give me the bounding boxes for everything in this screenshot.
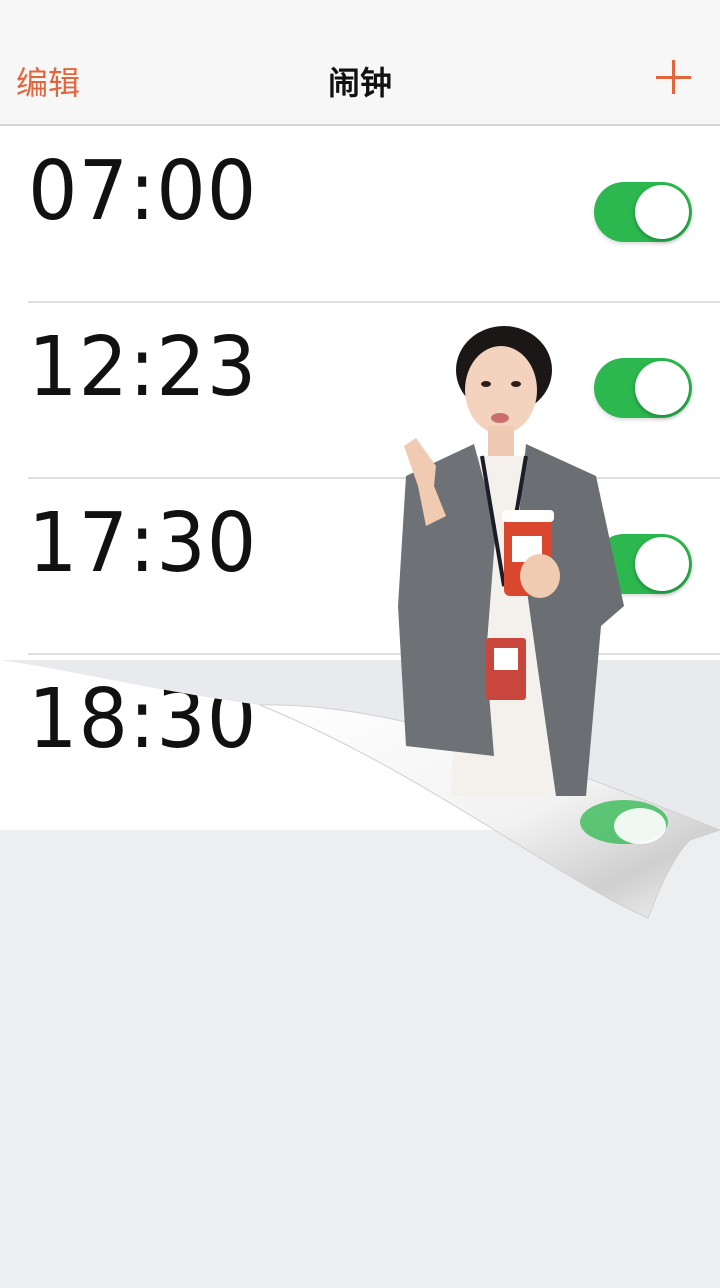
alarm-time: 12:23 xyxy=(28,320,258,415)
toggle-knob xyxy=(635,713,689,767)
page-title: 闹钟 xyxy=(327,64,392,102)
plus-icon[interactable] xyxy=(654,58,694,98)
toggle-knob xyxy=(635,185,689,239)
presenter-person xyxy=(398,326,624,796)
toggle-knob xyxy=(635,361,689,415)
alarm-row[interactable]: 07:00 xyxy=(0,126,720,302)
alarm-time: 17:30 xyxy=(28,496,258,591)
alarm-time: 18:30 xyxy=(28,672,258,767)
toggle-knob xyxy=(635,537,689,591)
alarm-toggle[interactable] xyxy=(594,182,692,242)
alarm-time: 07:00 xyxy=(28,144,258,239)
navigation-bar: 编辑 闹钟 xyxy=(0,0,720,126)
